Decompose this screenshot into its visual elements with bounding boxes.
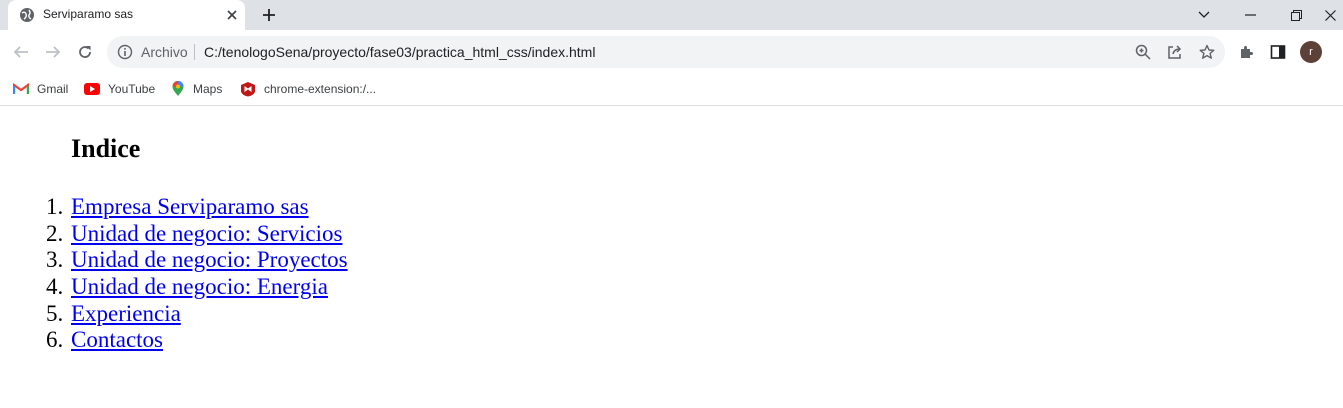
list-number: 4. <box>46 274 64 300</box>
maps-icon <box>172 81 184 96</box>
list-number: 3. <box>46 247 64 273</box>
list-number: 6. <box>46 327 64 353</box>
share-icon[interactable] <box>1165 42 1185 62</box>
reload-icon[interactable] <box>71 38 99 66</box>
profile-avatar[interactable]: r <box>1300 41 1322 63</box>
bookmark-label: YouTube <box>108 82 156 96</box>
tab-strip: Serviparamo sas <box>0 0 1343 30</box>
divider <box>194 44 195 60</box>
browser-toolbar: Archivo C:/tenologoSena/proyecto/fase03/… <box>0 30 1343 74</box>
side-panel-icon[interactable] <box>1267 41 1289 63</box>
bookmark-label: Gmail <box>37 82 69 96</box>
mcafee-icon <box>241 82 255 97</box>
back-icon[interactable] <box>7 38 35 66</box>
minimize-icon[interactable] <box>1228 0 1272 30</box>
bookmark-star-icon[interactable] <box>1197 42 1217 62</box>
forward-icon[interactable] <box>39 38 67 66</box>
link-contactos[interactable]: Contactos <box>71 327 163 354</box>
security-label: Archivo <box>141 44 188 60</box>
gmail-icon <box>13 83 29 94</box>
bookmark-gmail[interactable]: Gmail <box>13 80 68 98</box>
close-tab-icon[interactable] <box>224 7 240 23</box>
tab-title: Serviparamo sas <box>43 7 134 21</box>
bookmark-maps[interactable]: Maps <box>171 80 222 98</box>
tab-active[interactable]: Serviparamo sas <box>8 0 245 30</box>
bookmark-label: Maps <box>193 82 223 96</box>
bookmark-chrome-extension[interactable]: chrome-extension:/... <box>240 80 376 98</box>
list-number: 1. <box>46 194 64 219</box>
address-bar[interactable]: Archivo C:/tenologoSena/proyecto/fase03/… <box>107 36 1225 68</box>
link-energia[interactable]: Unidad de negocio: Energia <box>71 274 328 301</box>
link-empresa[interactable]: Empresa Serviparamo sas <box>71 194 309 221</box>
close-window-icon[interactable] <box>1318 0 1343 30</box>
bookmark-label: chrome-extension:/... <box>264 82 377 96</box>
new-tab-icon[interactable] <box>259 5 279 25</box>
link-experiencia[interactable]: Experiencia <box>71 301 181 328</box>
list-number: 2. <box>46 220 64 246</box>
chevron-down-icon[interactable] <box>1182 0 1226 30</box>
link-servicios[interactable]: Unidad de negocio: Servicios <box>71 221 342 248</box>
list-number: 5. <box>46 300 64 326</box>
globe-icon <box>19 7 35 23</box>
url-text[interactable]: C:/tenologoSena/proyecto/fase03/practica… <box>204 44 595 60</box>
extensions-icon[interactable] <box>1235 41 1257 63</box>
page-content: Indice 1. Empresa Serviparamo sas 2. Unida… <box>0 106 1343 408</box>
page-title: Indice <box>71 134 141 163</box>
info-icon[interactable] <box>117 44 133 60</box>
youtube-icon <box>84 83 100 95</box>
zoom-icon[interactable] <box>1133 42 1153 62</box>
restore-icon[interactable] <box>1274 0 1318 30</box>
bookmarks-bar: Gmail YouTube Maps chrome-extension:/... <box>0 74 1343 106</box>
link-proyectos[interactable]: Unidad de negocio: Proyectos <box>71 247 348 274</box>
bookmark-youtube[interactable]: YouTube <box>84 80 155 98</box>
